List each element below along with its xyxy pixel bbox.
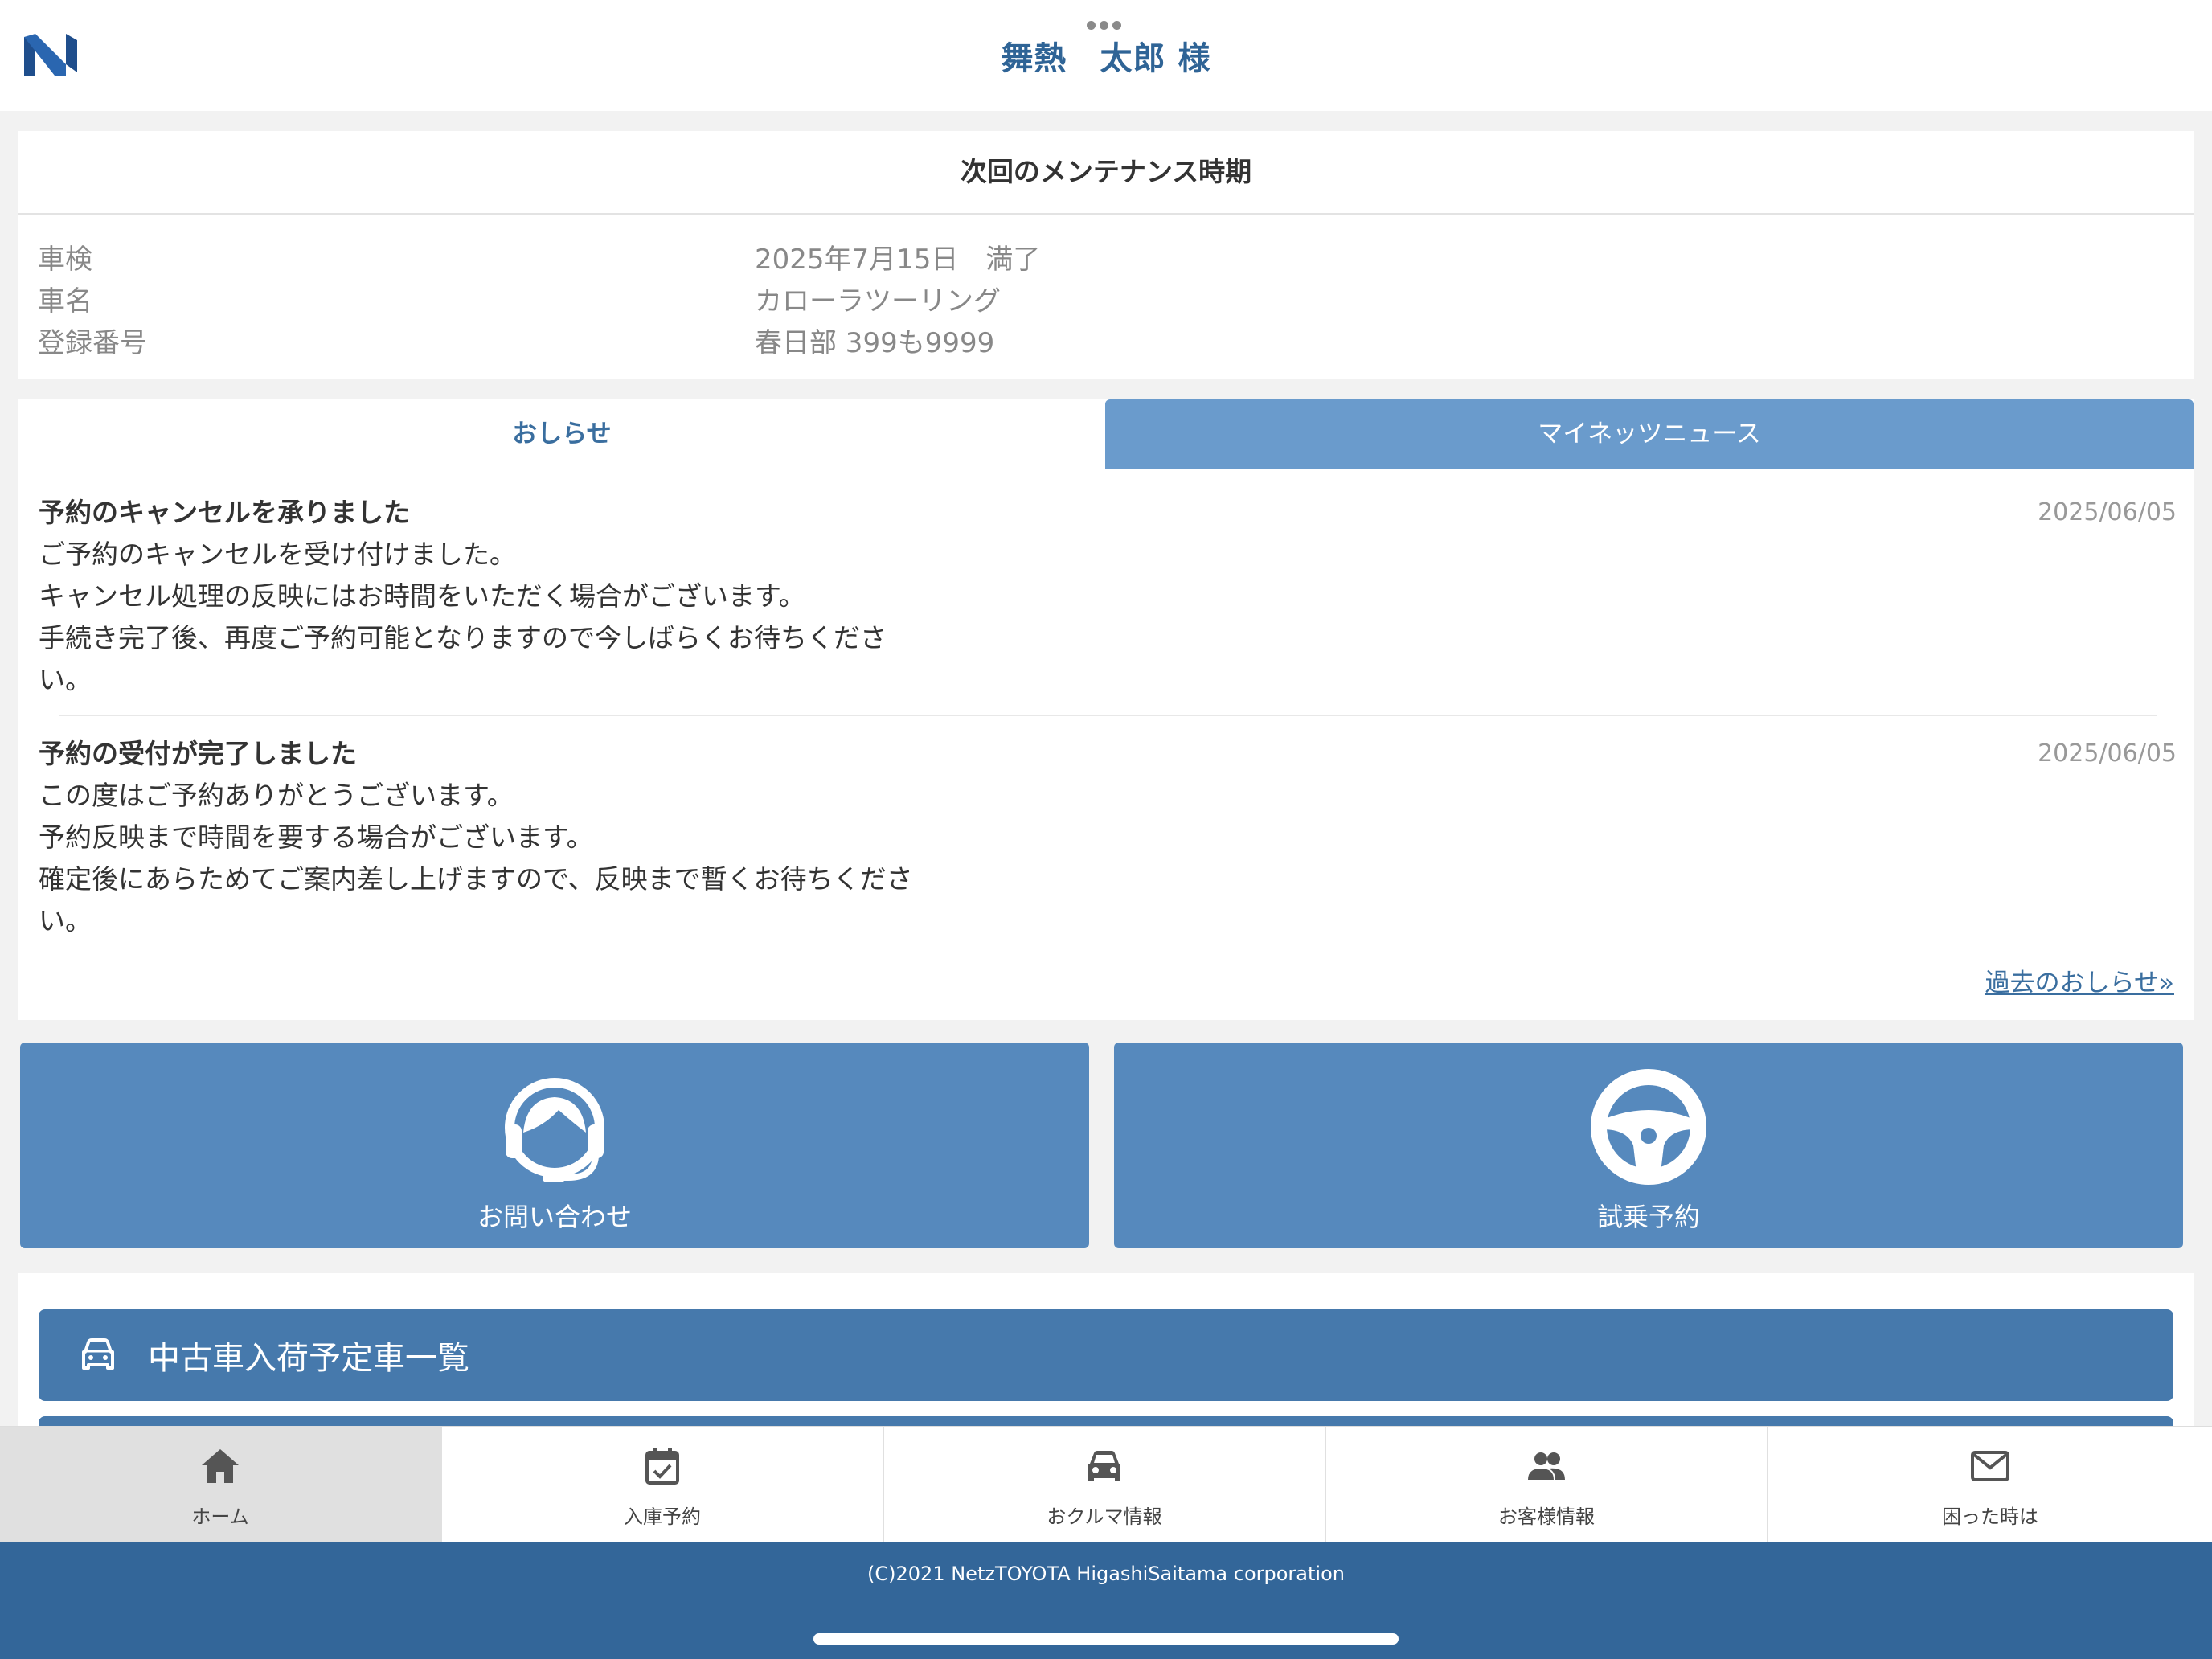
news-item-title: 予約の受付が完了しました: [39, 738, 357, 769]
news-item-line: 手続き完了後、再度ご予約可能となりますので今しばらくお待ちくださ: [39, 622, 887, 653]
maintenance-title: 次回のメンテナンス時期: [18, 131, 2194, 215]
news-item-date: 2025/06/05: [2038, 498, 2177, 526]
nav-reservation[interactable]: 入庫予約: [442, 1427, 884, 1542]
steering-wheel-icon: [1591, 1069, 1706, 1185]
user-name: 舞熱 太郎 様: [1001, 40, 1211, 77]
used-cars-section: 中古車入荷予定車一覧: [18, 1273, 2194, 1426]
registration-value: 春日部 399も9999: [755, 327, 995, 359]
news-item-line: 予約反映まで時間を要する場合がございます。: [39, 821, 593, 853]
shaken-value: 2025年7月15日 満了: [755, 244, 1041, 276]
past-news-link[interactable]: 過去のおしらせ»: [1985, 962, 2174, 998]
mail-icon: [1971, 1451, 2009, 1481]
news-item-line: キャンセル処理の反映にはお時間をいただく場合がございます。: [39, 580, 805, 612]
nav-home[interactable]: ホーム: [0, 1427, 442, 1542]
news-divider: [59, 715, 2157, 716]
nav-help-label: 困った時は: [1942, 1505, 2038, 1528]
registration-label: 登録番号: [38, 327, 147, 359]
contact-label: お問い合わせ: [477, 1202, 632, 1232]
news-item-title: 予約のキャンセルを承りました: [39, 497, 410, 528]
car-icon: [82, 1338, 114, 1370]
calendar-check-icon: [645, 1448, 679, 1485]
news-item-line: この度はご予約ありがとうございます。: [39, 780, 514, 811]
nav-car-info-label: おクルマ情報: [1047, 1505, 1162, 1528]
tab-mynetz-news[interactable]: マイネッツニュース: [1105, 399, 2194, 469]
home-icon: [202, 1449, 239, 1483]
app-header: 舞熱 太郎 様: [0, 0, 2212, 111]
news-item[interactable]: 予約の受付が完了しました 2025/06/05 この度はご予約ありがとうございま…: [39, 733, 2177, 942]
nav-customer-info[interactable]: お客様情報: [1326, 1427, 1768, 1542]
home-indicator[interactable]: [813, 1633, 1399, 1645]
people-icon: [1528, 1452, 1565, 1480]
nav-car-info[interactable]: おクルマ情報: [884, 1427, 1326, 1542]
used-cars-button[interactable]: 中古車入荷予定車一覧: [39, 1309, 2173, 1401]
news-item-line: い。: [39, 905, 92, 936]
test-drive-button[interactable]: 試乗予約: [1114, 1043, 2183, 1248]
shaken-label: 車検: [38, 244, 92, 276]
test-drive-label: 試乗予約: [1596, 1202, 1700, 1232]
nav-help[interactable]: 困った時は: [1768, 1427, 2212, 1542]
copyright: (C)2021 NetzTOYOTA HigashiSaitama corpor…: [867, 1563, 1345, 1585]
footer: (C)2021 NetzTOYOTA HigashiSaitama corpor…: [0, 1542, 2212, 1659]
news-item-line: い。: [39, 664, 92, 695]
news-item-line: 確定後にあらためてご案内差し上げますので、反映まで暫くお待ちくださ: [39, 863, 913, 895]
used-cars-label: 中古車入荷予定車一覧: [148, 1340, 469, 1377]
news-item[interactable]: 予約のキャンセルを承りました 2025/06/05 ご予約のキャンセルを受け付け…: [39, 492, 2177, 701]
more-dots-icon[interactable]: [1087, 18, 1127, 30]
headset-operator-icon: [505, 1078, 604, 1182]
car-name-value: カローラツーリング: [755, 285, 1001, 317]
maintenance-card: 次回のメンテナンス時期 車検 2025年7月15日 満了 車名 カローラツーリン…: [18, 131, 2194, 379]
nav-reservation-label: 入庫予約: [624, 1505, 701, 1528]
nav-home-label: ホーム: [191, 1505, 249, 1528]
contact-button[interactable]: お問い合わせ: [20, 1043, 1089, 1248]
nav-customer-info-label: お客様情報: [1498, 1505, 1595, 1528]
car-name-label: 車名: [38, 285, 92, 317]
news-card: おしらせ マイネッツニュース 予約のキャンセルを承りました 2025/06/05…: [18, 399, 2194, 1020]
news-item-line: ご予約のキャンセルを受け付けました。: [39, 539, 516, 570]
bottom-nav: ホーム 入庫予約 おクルマ情報 お客様情報 困った時は: [0, 1426, 2212, 1542]
news-item-date: 2025/06/05: [2038, 739, 2177, 768]
car-icon: [1088, 1451, 1120, 1481]
tab-oshirase[interactable]: おしらせ: [18, 399, 1105, 469]
next-section-bar[interactable]: [39, 1416, 2173, 1426]
